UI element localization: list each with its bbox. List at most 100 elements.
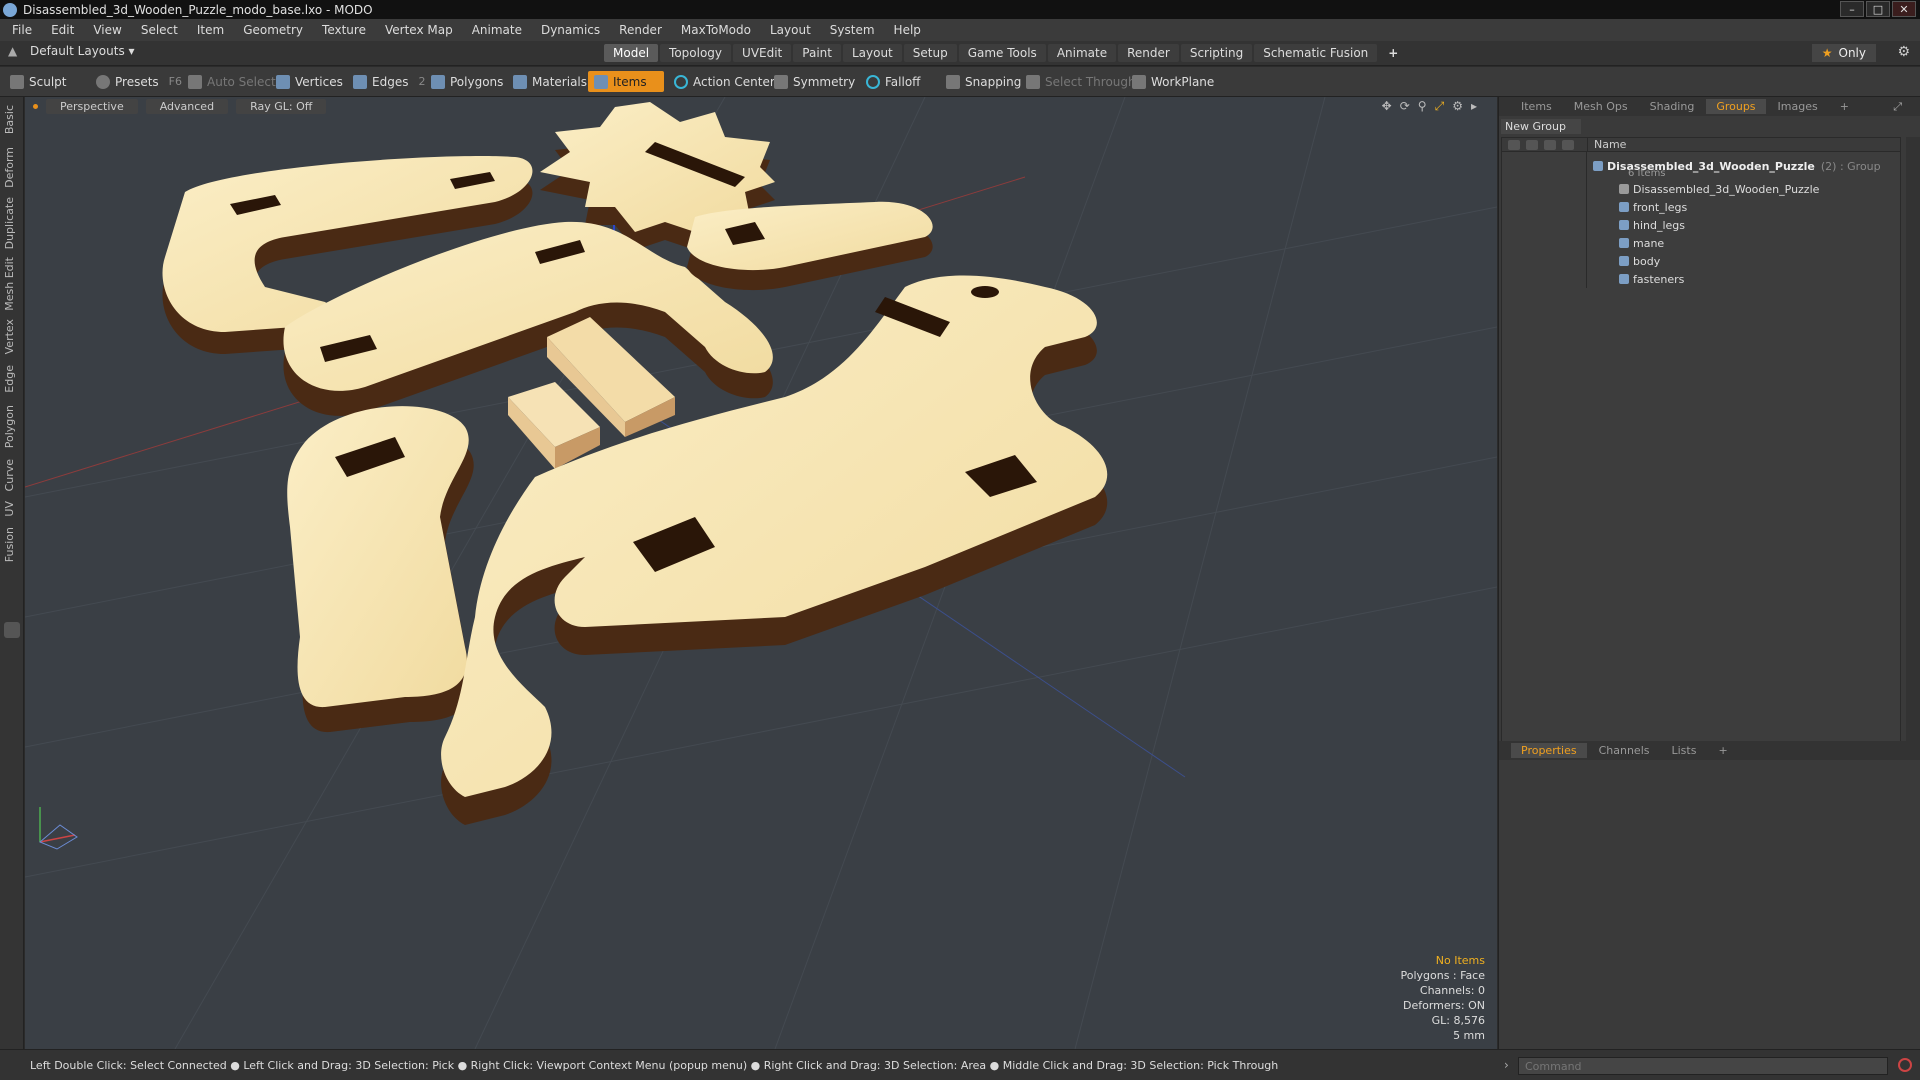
tab-scripting[interactable]: Scripting <box>1180 44 1253 62</box>
materials-button[interactable]: Materials <box>507 71 593 92</box>
tab-mesh-edit[interactable]: Mesh Edit <box>3 257 16 311</box>
tab-mesh-ops[interactable]: Mesh Ops <box>1564 99 1638 114</box>
viewport-menu-dot[interactable] <box>33 103 38 109</box>
tab-layout[interactable]: Layout <box>842 44 902 62</box>
select-icon[interactable] <box>1562 139 1574 150</box>
expand-panel-icon[interactable]: ⤢ <box>1883 99 1912 115</box>
render-icon[interactable] <box>1526 139 1538 150</box>
tab-uv[interactable]: UV <box>3 501 16 517</box>
menu-layout[interactable]: Layout <box>770 23 811 37</box>
add-bottom-tab-button[interactable]: + <box>1708 743 1737 758</box>
3d-viewport[interactable]: Perspective Advanced Ray GL: Off ✥ ⟳ ⚲ ⤢… <box>25 97 1497 1049</box>
view-perspective-button[interactable]: Perspective <box>46 98 138 114</box>
tab-images[interactable]: Images <box>1768 99 1828 114</box>
menu-item[interactable]: Item <box>197 23 224 37</box>
tab-deform[interactable]: Deform <box>3 147 16 188</box>
rotate-view-icon[interactable]: ⟳ <box>1400 99 1410 114</box>
only-toggle[interactable]: ★ Only <box>1811 44 1876 62</box>
command-input[interactable] <box>1518 1057 1888 1075</box>
tab-topology[interactable]: Topology <box>660 44 732 62</box>
menu-dynamics[interactable]: Dynamics <box>541 23 600 37</box>
add-panel-tab-button[interactable]: + <box>1830 99 1859 114</box>
tab-items[interactable]: Items <box>1511 99 1562 114</box>
tab-paint[interactable]: Paint <box>793 44 841 62</box>
tree-item[interactable]: Disassembled_3d_Wooden_Puzzle <box>1502 180 1900 198</box>
presets-button[interactable]: Presets F6 <box>90 71 188 92</box>
items-button[interactable]: Items <box>588 71 664 92</box>
gear-icon[interactable]: ⚙ <box>1897 44 1910 60</box>
menu-geometry[interactable]: Geometry <box>243 23 303 37</box>
add-tab-button[interactable]: + <box>1379 44 1407 62</box>
symmetry-button[interactable]: Symmetry <box>768 71 861 92</box>
new-group-button[interactable]: New Group <box>1501 119 1581 134</box>
layout-preset-menu[interactable]: ▲ Default Layouts ▾ <box>8 44 135 58</box>
maximize-button[interactable]: □ <box>1866 1 1890 17</box>
tab-properties[interactable]: Properties <box>1511 743 1587 758</box>
tab-groups[interactable]: Groups <box>1706 99 1766 114</box>
left-tool-tabs: Basic Deform Duplicate Mesh Edit Vertex … <box>0 97 24 1060</box>
polygons-button[interactable]: Polygons <box>425 71 509 92</box>
tree-item[interactable]: mane <box>1502 234 1900 252</box>
tab-curve[interactable]: Curve <box>3 459 16 491</box>
tab-uvedit[interactable]: UVEdit <box>733 44 792 62</box>
stop-icon[interactable] <box>1898 1058 1912 1072</box>
viewport-settings-icon[interactable]: ⚙ <box>1452 99 1463 114</box>
menu-edit[interactable]: Edit <box>51 23 74 37</box>
tree-item[interactable]: front_legs <box>1502 198 1900 216</box>
group-row-controls[interactable] <box>1502 152 1587 180</box>
tab-shading[interactable]: Shading <box>1640 99 1705 114</box>
menu-vertex-map[interactable]: Vertex Map <box>385 23 453 37</box>
falloff-button[interactable]: Falloff <box>860 71 926 92</box>
lock-icon[interactable] <box>1544 139 1556 150</box>
tab-animate[interactable]: Animate <box>1047 44 1117 62</box>
tab-basic[interactable]: Basic <box>3 105 16 134</box>
edges-button[interactable]: Edges 2 <box>347 71 431 92</box>
tab-render[interactable]: Render <box>1118 44 1179 62</box>
menu-select[interactable]: Select <box>141 23 178 37</box>
tree-scrollbar[interactable] <box>1906 137 1920 757</box>
collapse-icon[interactable]: ▲ <box>8 44 22 58</box>
strip-toggle-button[interactable] <box>4 622 20 638</box>
tab-setup[interactable]: Setup <box>903 44 957 62</box>
move-view-icon[interactable]: ✥ <box>1382 99 1392 114</box>
tab-fusion[interactable]: Fusion <box>3 527 16 562</box>
select-through-button[interactable]: Select Through <box>1020 71 1142 92</box>
tab-vertex[interactable]: Vertex <box>3 319 16 354</box>
sculpt-button[interactable]: Sculpt <box>4 71 72 92</box>
tab-polygon[interactable]: Polygon <box>3 405 16 448</box>
tab-lists[interactable]: Lists <box>1662 743 1707 758</box>
tab-model[interactable]: Model <box>604 44 659 62</box>
tab-edge[interactable]: Edge <box>3 365 16 393</box>
menu-maxtomodo[interactable]: MaxToModo <box>681 23 751 37</box>
tab-game-tools[interactable]: Game Tools <box>958 44 1046 62</box>
menu-animate[interactable]: Animate <box>472 23 522 37</box>
workplane-button[interactable]: WorkPlane <box>1126 71 1220 92</box>
tree-item[interactable]: body <box>1502 252 1900 270</box>
menu-help[interactable]: Help <box>894 23 921 37</box>
view-advanced-button[interactable]: Advanced <box>145 98 229 114</box>
eye-icon[interactable] <box>1508 139 1520 150</box>
tree-item-label: Disassembled_3d_Wooden_Puzzle <box>1587 183 1819 196</box>
viewport-expand-icon[interactable]: ▸ <box>1471 99 1477 114</box>
menu-system[interactable]: System <box>830 23 875 37</box>
tree-item[interactable]: fasteners <box>1502 270 1900 288</box>
minimize-button[interactable]: – <box>1840 1 1864 17</box>
menu-texture[interactable]: Texture <box>322 23 366 37</box>
maximize-view-icon[interactable]: ⤢ <box>1435 99 1445 114</box>
close-button[interactable]: ✕ <box>1892 1 1916 17</box>
tab-duplicate[interactable]: Duplicate <box>3 197 16 249</box>
column-name-header[interactable]: Name <box>1587 138 1626 151</box>
snapping-button[interactable]: Snapping <box>940 71 1027 92</box>
tree-item[interactable]: hind_legs <box>1502 216 1900 234</box>
zoom-view-icon[interactable]: ⚲ <box>1418 99 1427 114</box>
raygl-button[interactable]: Ray GL: Off <box>236 98 327 114</box>
auto-select-button[interactable]: Auto Select <box>182 71 282 92</box>
layout-preset-label[interactable]: Default Layouts ▾ <box>30 44 135 58</box>
action-center-button[interactable]: Action Center <box>668 71 781 92</box>
menu-view[interactable]: View <box>93 23 121 37</box>
menu-render[interactable]: Render <box>619 23 662 37</box>
tab-channels[interactable]: Channels <box>1589 743 1660 758</box>
menu-file[interactable]: File <box>12 23 32 37</box>
group-row[interactable]: Disassembled_3d_Wooden_Puzzle (2) : Grou… <box>1502 152 1900 180</box>
tab-schematic-fusion[interactable]: Schematic Fusion <box>1254 44 1378 62</box>
